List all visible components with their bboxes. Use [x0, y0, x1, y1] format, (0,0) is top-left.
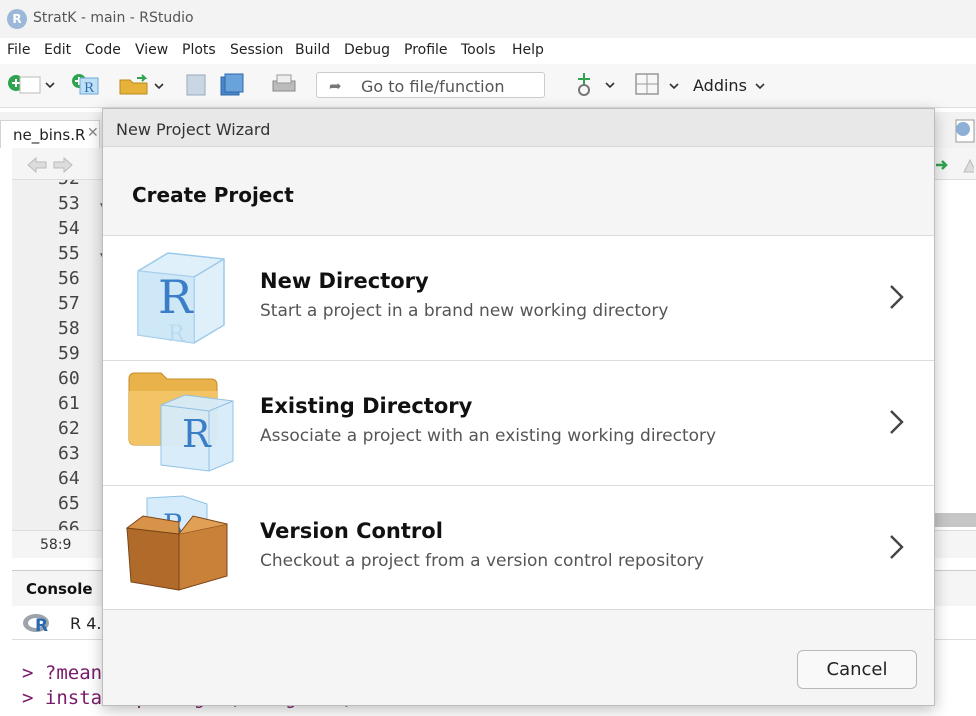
line-number: 56 [58, 268, 80, 289]
line-number: 61 [58, 393, 80, 414]
r-logo-icon: R [23, 614, 49, 635]
box-r-icon: R [125, 495, 228, 591]
rstudio-logo-icon: R [7, 9, 27, 29]
chevron-right-icon [890, 410, 904, 434]
option-new-directory[interactable]: R R New Directory Start a project in a b… [103, 235, 934, 360]
line-number: 60 [58, 368, 80, 389]
line-number: 57 [58, 293, 80, 314]
window-title: StratK - main - RStudio [33, 10, 194, 26]
line-number: 59 [58, 343, 80, 364]
menu-build[interactable]: Build [295, 42, 330, 58]
editor-line-gutter: 52 53 ▼ 54 55 ▼ 56 57 58 59 60 61 62 63 … [12, 180, 104, 530]
workspace-panes-icon[interactable] [634, 72, 682, 98]
new-file-icon[interactable] [6, 73, 58, 97]
line-number: 63 [58, 443, 80, 464]
options-divider [103, 609, 934, 610]
menu-edit[interactable]: Edit [44, 42, 71, 58]
menu-file[interactable]: File [7, 42, 30, 58]
addins-button[interactable]: Addins [693, 76, 747, 95]
console-tab[interactable]: Console [26, 580, 93, 598]
close-tab-icon[interactable]: ✕ [87, 125, 99, 141]
window-titlebar: R StratK - main - RStudio [0, 0, 976, 38]
line-number: 52 [58, 180, 80, 189]
menu-session[interactable]: Session [230, 42, 283, 58]
line-number: 53 [58, 193, 80, 214]
dialog-titlebar: New Project Wizard [103, 109, 934, 147]
svg-text:R: R [84, 81, 95, 96]
menu-bar: File Edit Code View Plots Session Build … [0, 38, 976, 64]
menu-plots[interactable]: Plots [182, 42, 216, 58]
menu-view[interactable]: View [135, 42, 168, 58]
menu-code[interactable]: Code [85, 42, 121, 58]
back-forward-icon[interactable] [26, 156, 76, 174]
svg-text:R: R [182, 412, 212, 456]
console-line: > ?mean [22, 662, 103, 684]
line-number: 54 [58, 218, 80, 239]
svg-text:R: R [158, 270, 194, 324]
option-version-control[interactable]: R Version Control Checkout a project fro… [103, 485, 934, 610]
dialog-title: New Project Wizard [116, 120, 271, 139]
new-project-wizard-dialog: New Project Wizard Create Project R R Ne… [102, 108, 935, 706]
line-number: 62 [58, 418, 80, 439]
chevron-right-icon [890, 285, 904, 309]
save-icons[interactable] [185, 73, 249, 99]
option-existing-directory[interactable]: R Existing Directory Associate a project… [103, 360, 934, 485]
menu-tools[interactable]: Tools [461, 42, 496, 58]
git-commit-icon[interactable] [570, 71, 622, 99]
go-to-arrow-icon: ➦ [329, 77, 342, 95]
svg-text:R: R [35, 616, 48, 635]
line-number: 58 [58, 318, 80, 339]
option-description: Associate a project with an existing wor… [260, 426, 717, 446]
menu-help[interactable]: Help [512, 42, 544, 58]
run-arrow-icon[interactable] [934, 156, 974, 174]
option-description: Start a project in a brand new working d… [260, 301, 669, 321]
option-description: Checkout a project from a version contro… [260, 551, 704, 571]
menu-profile[interactable]: Profile [404, 42, 448, 58]
print-icon[interactable] [270, 73, 298, 97]
cursor-position: 58:9 [40, 537, 72, 553]
cancel-button[interactable]: Cancel [797, 650, 917, 689]
editor-tab[interactable]: ne_bins.R ✕ [0, 120, 100, 148]
dialog-heading: Create Project [132, 183, 294, 207]
go-to-placeholder: Go to file/function [361, 77, 505, 96]
line-number: 66 [58, 518, 80, 530]
r-script-icon[interactable] [934, 116, 976, 146]
open-file-icon[interactable] [117, 72, 169, 98]
r-cube-icon: R R [137, 252, 225, 347]
line-number: 65 [58, 493, 80, 514]
option-name: Version Control [260, 519, 443, 543]
editor-horizontal-scrollbar[interactable] [930, 513, 976, 527]
option-name: Existing Directory [260, 394, 473, 418]
r-version: R 4. [70, 614, 102, 633]
editor-tab-label: ne_bins.R [13, 126, 86, 144]
folder-r-icon: R [128, 372, 234, 472]
menu-debug[interactable]: Debug [344, 42, 390, 58]
line-number: 55 [58, 243, 80, 264]
go-to-file-input[interactable]: ➦ Go to file/function [316, 72, 545, 98]
new-project-icon[interactable]: R [70, 72, 104, 98]
chevron-right-icon [890, 535, 904, 559]
svg-text:R: R [168, 322, 186, 347]
line-number: 64 [58, 468, 80, 489]
addins-chevron-down-icon[interactable] [753, 79, 767, 93]
option-name: New Directory [260, 269, 429, 293]
